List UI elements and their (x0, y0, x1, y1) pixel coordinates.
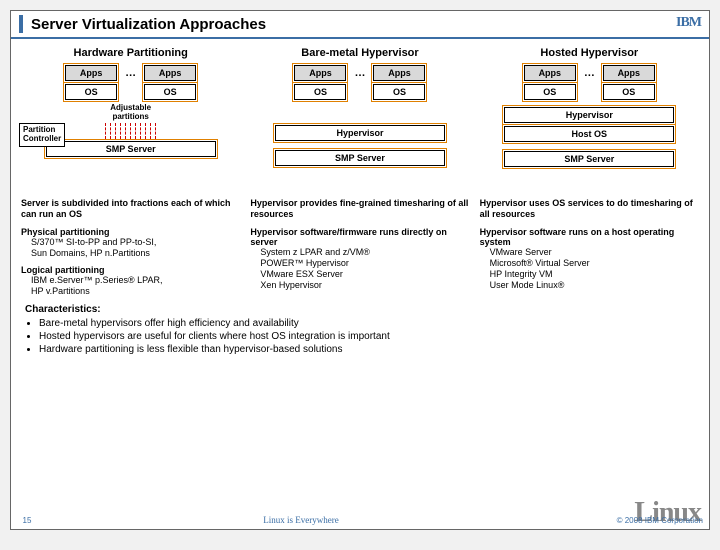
section-hosted: Hypervisor software runs on a host opera… (480, 227, 699, 292)
section-baremetal: Hypervisor software/firmware runs direct… (250, 227, 469, 292)
footer-center: Linux is Everywhere (43, 515, 559, 525)
section-body: IBM e.Server™ p.Series® LPAR, HP v.Parti… (21, 275, 240, 298)
ellipsis: … (123, 67, 138, 79)
page-number: 15 (11, 516, 43, 525)
slide: Server Virtualization Approaches IBM Har… (10, 10, 710, 530)
section-head: Hypervisor software runs on a host opera… (480, 227, 699, 247)
hostos-box: Host OS (504, 126, 674, 142)
apps-box: Apps (603, 65, 655, 81)
slide-title: Server Virtualization Approaches (31, 16, 266, 33)
server-box: SMP Server (46, 141, 216, 157)
partition-controller-box: Partition Controller (19, 123, 65, 147)
apps-box: Apps (294, 65, 346, 81)
desc: Server is subdivided into fractions each… (21, 198, 240, 221)
os-box: OS (373, 84, 425, 100)
ellipsis: … (582, 67, 597, 79)
hypervisor-box: Hypervisor (504, 107, 674, 123)
apps-box: Apps (144, 65, 196, 81)
col-baremetal: Bare-metal Hypervisor Apps … Apps OS … O… (250, 47, 469, 298)
hypervisor-box: Hypervisor (275, 125, 445, 141)
section-logical: Logical partitioning IBM e.Server™ p.Ser… (21, 265, 240, 298)
section-head: Logical partitioning (21, 265, 240, 275)
section-body: System z LPAR and z/VM® POWER™ Hyperviso… (250, 247, 469, 292)
header-accent (19, 15, 23, 33)
char-item: Hardware partitioning is less flexible t… (39, 343, 695, 356)
col-heading: Bare-metal Hypervisor (301, 47, 418, 59)
apps-box: Apps (373, 65, 425, 81)
desc: Hypervisor uses OS services to do timesh… (480, 198, 699, 221)
char-item: Hosted hypervisors are useful for client… (39, 330, 695, 343)
section-head: Physical partitioning (21, 227, 240, 237)
section-body: VMware Server Microsoft® Virtual Server … (480, 247, 699, 292)
diagram-hardware: Apps … Apps OS … OS Adjustable partition… (21, 65, 240, 193)
characteristics: Characteristics: Bare-metal hypervisors … (11, 302, 709, 358)
section-physical: Physical partitioning S/370™ SI-to-PP an… (21, 227, 240, 260)
section-body: S/370™ SI-to-PP and PP-to-SI, Sun Domain… (21, 237, 240, 260)
characteristics-heading: Characteristics: (25, 304, 695, 315)
desc: Hypervisor provides fine-grained timesha… (250, 198, 469, 221)
ibm-logo: IBM (676, 15, 701, 31)
os-box: OS (603, 84, 655, 100)
col-heading: Hosted Hypervisor (540, 47, 638, 59)
server-box: SMP Server (504, 151, 674, 167)
char-item: Bare-metal hypervisors offer high effici… (39, 317, 695, 330)
ellipsis: … (352, 67, 367, 79)
col-hardware: Hardware Partitioning Apps … Apps OS … O… (21, 47, 240, 298)
section-head: Hypervisor software/firmware runs direct… (250, 227, 469, 247)
server-box: SMP Server (275, 150, 445, 166)
apps-box: Apps (524, 65, 576, 81)
os-box: OS (524, 84, 576, 100)
footer: 15 Linux is Everywhere © 2008 IBM Corpor… (11, 515, 709, 525)
os-box: OS (294, 84, 346, 100)
col-heading: Hardware Partitioning (74, 47, 188, 59)
copyright: © 2008 IBM Corporation (559, 516, 709, 525)
apps-box: Apps (65, 65, 117, 81)
adjustable-label: Adjustable partitions (21, 103, 240, 121)
diagram-hosted: Apps … Apps OS … OS Hypervisor Host OS S… (480, 65, 699, 193)
header: Server Virtualization Approaches IBM (11, 11, 709, 39)
os-box: OS (65, 84, 117, 100)
os-box: OS (144, 84, 196, 100)
col-hosted: Hosted Hypervisor Apps … Apps OS … OS Hy… (480, 47, 699, 298)
diagram-baremetal: Apps … Apps OS … OS Hypervisor SMP Serve… (250, 65, 469, 193)
columns: Hardware Partitioning Apps … Apps OS … O… (11, 39, 709, 302)
